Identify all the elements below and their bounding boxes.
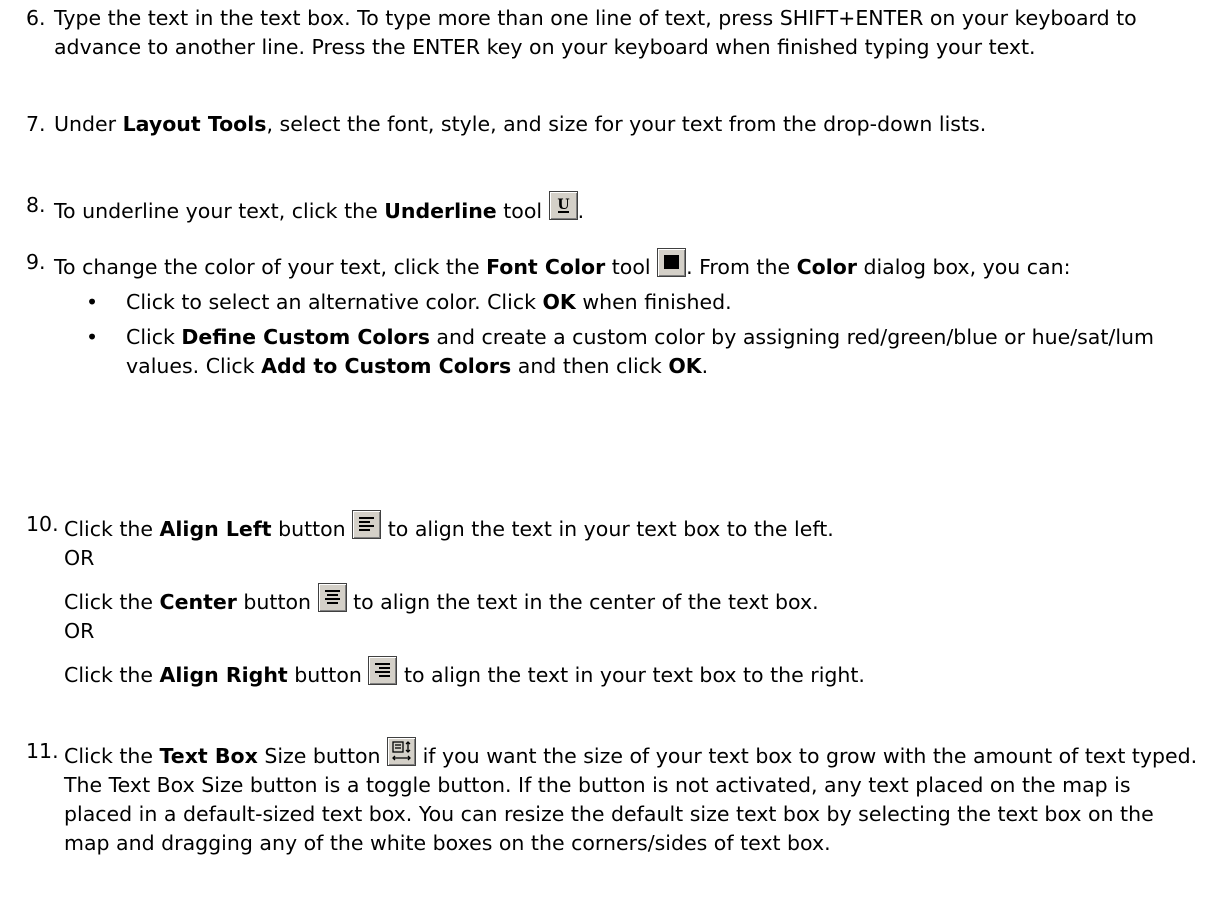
- underline-tool-icon: U: [548, 191, 578, 220]
- ui-term: Align Right: [159, 663, 288, 687]
- ui-term: Color: [796, 255, 857, 279]
- ui-term: Font Color: [486, 255, 606, 279]
- step-text: To change the color of your text, click …: [54, 248, 1201, 282]
- step-number: 7.: [26, 112, 46, 136]
- step-8: 8. To underline your text, click the Und…: [26, 187, 1201, 226]
- ui-term: Text Box: [159, 744, 258, 768]
- align-center-icon: [317, 583, 347, 612]
- step-6: 6. Type the text in the text box. To typ…: [26, 4, 1201, 62]
- color-options-list: • Click to select an alternative color. C…: [54, 288, 1201, 381]
- svg-text:U: U: [557, 197, 569, 213]
- step-text: Click the Center button to align the tex…: [64, 583, 1201, 617]
- ui-term: Align Left: [159, 517, 272, 541]
- step-number: 10.: [26, 512, 59, 536]
- or-text: OR: [64, 619, 95, 643]
- text-box-size-icon: [387, 737, 417, 766]
- ui-term: Add to Custom Colors: [261, 354, 512, 378]
- align-right-icon: [368, 656, 398, 685]
- step-text: Click the Align Left button to align the…: [64, 510, 1201, 544]
- step-7: 7. Under Layout Tools, select the font, …: [26, 110, 1201, 139]
- ui-term: Layout Tools: [122, 112, 267, 136]
- step-text: Click the Text Box Size button if you wa…: [64, 737, 1201, 771]
- ui-term: OK: [542, 290, 576, 314]
- step-text: Type the text in the text box. To type m…: [54, 6, 1137, 59]
- step-10: 10. Click the Align Left button to align…: [26, 504, 1201, 690]
- list-item: • Click Define Custom Colors and create a…: [86, 325, 1154, 378]
- align-left-icon: [352, 510, 382, 539]
- step-number: 9.: [26, 250, 46, 274]
- font-color-tool-icon: [657, 248, 687, 277]
- step-number: 6.: [26, 6, 46, 30]
- step-text: Click the Align Right button to align th…: [64, 656, 1201, 690]
- step-11: 11. Click the Text Box Size button if yo…: [26, 733, 1201, 858]
- ui-term: OK: [668, 354, 702, 378]
- step-note: The Text Box Size button is a toggle but…: [64, 773, 1154, 855]
- or-text: OR: [64, 546, 95, 570]
- ui-term: Center: [159, 590, 237, 614]
- step-text: Under Layout Tools, select the font, sty…: [54, 112, 987, 136]
- step-number: 11.: [26, 739, 59, 763]
- ui-term: Define Custom Colors: [181, 325, 430, 349]
- step-number: 8.: [26, 193, 46, 217]
- ui-term: Underline: [384, 199, 497, 223]
- step-text: To underline your text, click the Underl…: [54, 191, 1201, 226]
- step-9: 9. To change the color of your text, cli…: [26, 244, 1201, 381]
- list-item: • Click to select an alternative color. C…: [86, 290, 732, 314]
